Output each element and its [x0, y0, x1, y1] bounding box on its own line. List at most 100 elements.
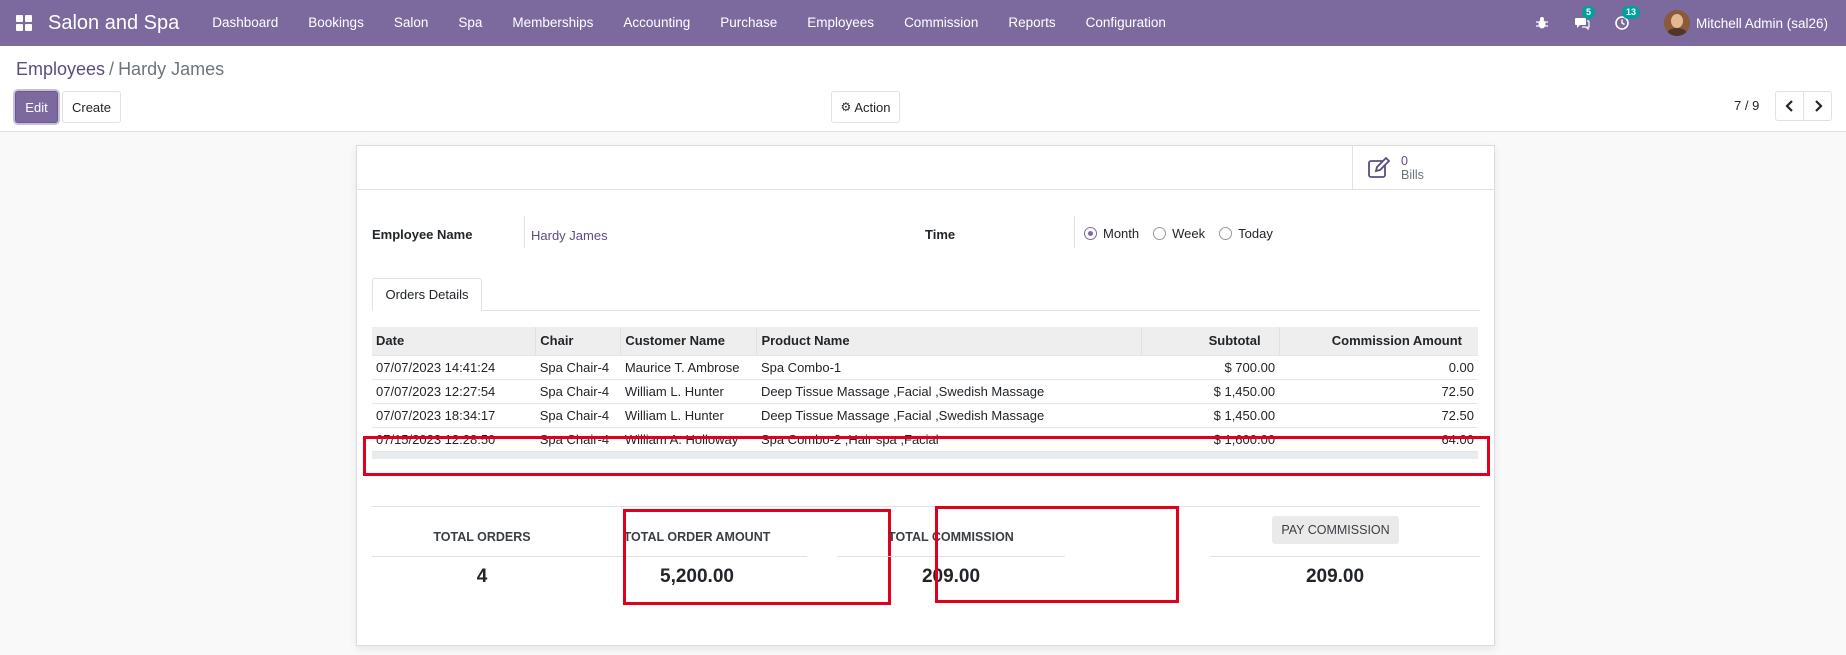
cell-commission: 0.00: [1279, 354, 1478, 379]
menu-accounting[interactable]: Accounting: [608, 0, 705, 46]
cell-subtotal: $ 1,450.00: [1141, 402, 1280, 427]
gear-icon: ⚙: [840, 100, 852, 114]
pager-previous-button[interactable]: [1775, 91, 1804, 121]
messages-icon[interactable]: 5: [1572, 6, 1595, 33]
pager-value[interactable]: 7 / 9: [1734, 98, 1759, 113]
action-button-label: Action: [854, 99, 891, 115]
total-commission-label: TOTAL COMMISSION: [888, 530, 1014, 544]
cell-commission: 64.00: [1279, 426, 1478, 451]
avatar: [1663, 10, 1690, 36]
pay-commission-button[interactable]: PAY COMMISSION: [1272, 516, 1399, 544]
main-menu: Dashboard Bookings Salon Spa Memberships…: [197, 0, 1181, 46]
menu-bookings[interactable]: Bookings: [293, 0, 379, 46]
table-row[interactable]: 07/07/2023 12:27:54 Spa Chair-4 William …: [372, 378, 1478, 403]
cell-chair: Spa Chair-4: [535, 354, 621, 379]
user-name: Mitchell Admin (sal26): [1695, 15, 1828, 31]
pager-next-button[interactable]: [1803, 91, 1832, 121]
employee-name-field[interactable]: Hardy James: [531, 228, 608, 243]
total-orders-value: 4: [476, 566, 488, 587]
activity-clock-icon[interactable]: 13: [1612, 6, 1640, 33]
breadcrumb-employees-link[interactable]: Employees: [16, 59, 105, 79]
radio-unchecked-icon: [1153, 227, 1167, 240]
totals-separator: [372, 506, 1480, 507]
edit-bill-icon: [1368, 156, 1391, 178]
radio-month-label: Month: [1103, 226, 1140, 241]
form-sheet: 0 Bills Employee Name Hardy James Time M…: [356, 145, 1495, 646]
time-today-radio[interactable]: Today: [1219, 226, 1273, 241]
user-menu[interactable]: Mitchell Admin (sal26): [1663, 10, 1828, 36]
menu-configuration[interactable]: Configuration: [1071, 0, 1181, 46]
cell-chair: Spa Chair-4: [535, 402, 621, 427]
table-header-row: Date Chair Customer Name Product Name Su…: [372, 327, 1478, 355]
bills-count: 0: [1401, 154, 1408, 168]
cell-chair: Spa Chair-4: [535, 426, 621, 451]
radio-today-label: Today: [1238, 226, 1273, 241]
total-orders-line: [372, 556, 592, 557]
action-button[interactable]: ⚙ Action: [831, 91, 900, 123]
field-separator: [1074, 216, 1075, 248]
menu-purchase[interactable]: Purchase: [705, 0, 792, 46]
create-button[interactable]: Create: [62, 91, 121, 123]
table-row[interactable]: 07/07/2023 14:41:24 Spa Chair-4 Maurice …: [372, 354, 1478, 379]
time-month-radio[interactable]: Month: [1084, 226, 1139, 241]
total-commission-value: 209.00: [921, 566, 981, 587]
activities-count-badge: 13: [1621, 6, 1640, 19]
total-orders-label: TOTAL ORDERS: [433, 530, 531, 544]
bills-stat-button[interactable]: 0 Bills: [1352, 146, 1494, 190]
cell-subtotal: $ 1,450.00: [1141, 378, 1280, 403]
cell-customer: William A. Holloway: [620, 426, 757, 451]
cell-commission: 72.50: [1279, 378, 1478, 403]
chevron-left-icon: [1784, 100, 1793, 112]
navbar-systray: 5 13 Mitchell Admin (sal26): [1522, 0, 1846, 46]
cell-date: 07/07/2023 14:41:24: [372, 354, 536, 379]
breadcrumb: Employees / Hardy James: [16, 59, 224, 80]
app-name[interactable]: Salon and Spa: [48, 12, 179, 35]
breadcrumb-separator: /: [109, 59, 115, 79]
cell-subtotal: $ 1,600.00: [1141, 426, 1280, 451]
column-header-commission[interactable]: Commission Amount: [1279, 327, 1478, 355]
radio-checked-icon: [1084, 227, 1097, 240]
commission-highlight-annotation: [935, 506, 1179, 603]
menu-memberships[interactable]: Memberships: [497, 0, 608, 46]
table-row[interactable]: 07/15/2023 12:28:50 Spa Chair-4 William …: [372, 426, 1478, 451]
total-order-amount-value: 5,200.00: [660, 566, 734, 587]
bills-label: Bills: [1401, 168, 1424, 182]
column-header-subtotal[interactable]: Subtotal: [1141, 327, 1280, 355]
cell-date: 07/07/2023 12:27:54: [372, 378, 536, 403]
bug-icon[interactable]: [1532, 13, 1552, 33]
menu-reports[interactable]: Reports: [993, 0, 1070, 46]
cell-customer: Maurice T. Ambrose: [620, 354, 757, 379]
radio-unchecked-icon: [1219, 227, 1233, 240]
total-commission-line: [837, 556, 1065, 557]
tab-orders-details[interactable]: Orders Details: [372, 278, 482, 311]
cell-product: Spa Combo-2 ,Hair spa ,Facial: [756, 426, 1142, 451]
menu-spa[interactable]: Spa: [443, 0, 497, 46]
employee-name-label: Employee Name: [372, 227, 473, 242]
time-radio-group: Month Week Today: [1084, 226, 1287, 241]
top-navbar: Salon and Spa Dashboard Bookings Salon S…: [0, 0, 1846, 46]
edit-button[interactable]: Edit: [15, 91, 58, 123]
total-order-amount-label: TOTAL ORDER AMOUNT: [623, 530, 771, 544]
column-header-chair[interactable]: Chair: [535, 327, 622, 355]
cell-chair: Spa Chair-4: [535, 378, 621, 403]
amount-highlight-annotation: [623, 509, 891, 605]
cell-commission: 72.50: [1279, 402, 1478, 427]
apps-grid-icon[interactable]: [16, 15, 32, 31]
menu-salon[interactable]: Salon: [379, 0, 444, 46]
pay-commission-line: [1210, 556, 1480, 557]
menu-dashboard[interactable]: Dashboard: [197, 0, 293, 46]
menu-commission[interactable]: Commission: [889, 0, 993, 46]
column-header-customer[interactable]: Customer Name: [620, 327, 758, 355]
column-header-date[interactable]: Date: [372, 327, 537, 355]
total-amount-line: [587, 556, 807, 557]
table-row[interactable]: 07/07/2023 18:34:17 Spa Chair-4 William …: [372, 402, 1478, 427]
time-label: Time: [925, 227, 956, 242]
column-header-product[interactable]: Product Name: [756, 327, 1143, 355]
orders-table: Date Chair Customer Name Product Name Su…: [372, 327, 1478, 459]
cell-subtotal: $ 700.00: [1141, 354, 1280, 379]
menu-employees[interactable]: Employees: [792, 0, 889, 46]
messages-count-badge: 5: [1581, 6, 1595, 19]
field-separator: [524, 216, 525, 248]
chevron-right-icon: [1814, 100, 1823, 112]
time-week-radio[interactable]: Week: [1153, 226, 1205, 241]
